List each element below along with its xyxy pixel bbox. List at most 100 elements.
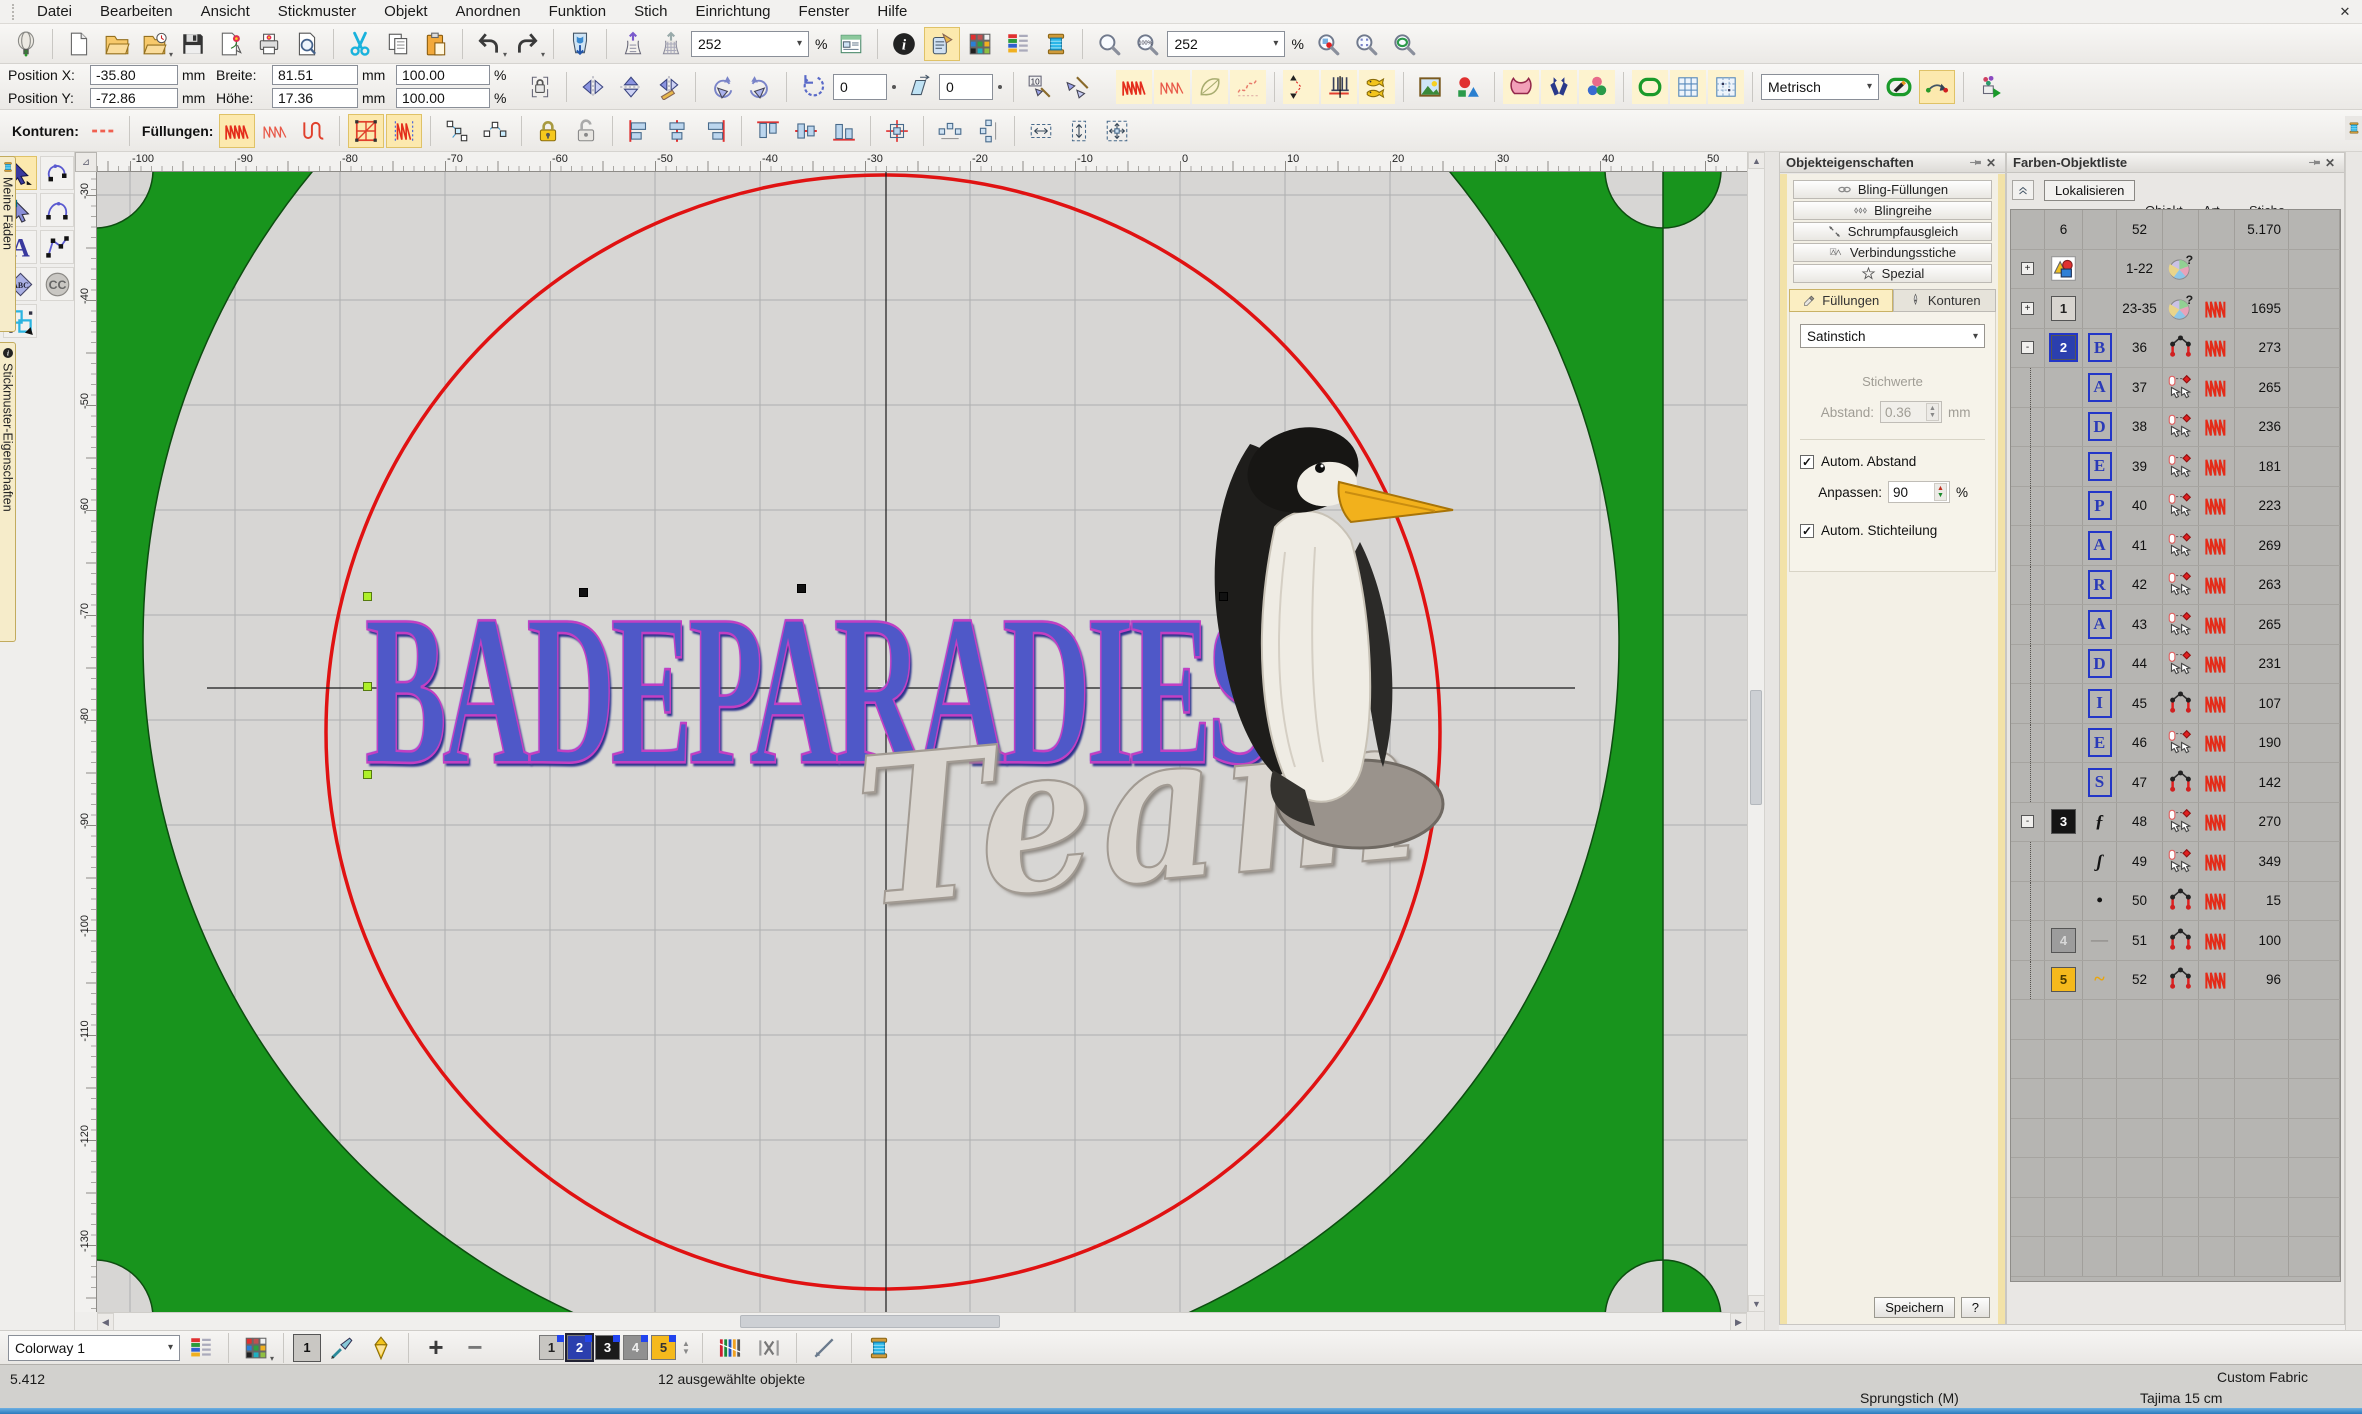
accordion-verbindungsstiche[interactable]: Verbindungsstiche xyxy=(1793,243,1992,262)
fill-stipple-icon[interactable] xyxy=(386,114,422,148)
zoom-value-select[interactable]: 252▾ xyxy=(691,31,809,57)
tab-füllungen[interactable]: Füllungen xyxy=(1789,289,1893,312)
vertical-scroll-thumb[interactable] xyxy=(1750,690,1762,805)
color-swatch-4[interactable]: 4 xyxy=(623,1335,648,1360)
object-glyph[interactable]: D xyxy=(2088,412,2112,441)
manual-stitch-icon[interactable] xyxy=(1283,70,1319,104)
slow-draw-icon[interactable] xyxy=(806,1331,842,1365)
duplicate-wand-icon[interactable] xyxy=(1060,70,1096,104)
object-glyph[interactable]: E xyxy=(2088,728,2112,757)
object-glyph[interactable]: S xyxy=(2088,768,2112,797)
fill-satin-icon[interactable] xyxy=(219,114,255,148)
open-recent-icon[interactable]: ▾ xyxy=(137,27,173,61)
color-swatch-1[interactable]: 1 xyxy=(539,1335,564,1360)
zoom-selected-icon[interactable] xyxy=(1310,27,1346,61)
distribute-horizontal-icon[interactable] xyxy=(932,114,968,148)
redo-icon[interactable]: ▾ xyxy=(509,27,545,61)
skew-icon[interactable] xyxy=(901,70,937,104)
color-object-row[interactable]: I45107 xyxy=(2011,684,2340,724)
abstand-field[interactable]: 0.36 ▲▼ xyxy=(1880,401,1942,423)
open-curve-tool[interactable] xyxy=(40,193,74,227)
zoom-tool-icon[interactable] xyxy=(1091,27,1127,61)
color-object-row[interactable]: D44231 xyxy=(2011,645,2340,685)
add-color-icon[interactable]: + xyxy=(418,1331,454,1365)
menu-objekt[interactable]: Objekt xyxy=(370,1,441,22)
thread-spool-icon[interactable] xyxy=(861,1331,897,1365)
object-glyph[interactable]: D xyxy=(2088,649,2112,678)
mirror-merge-icon[interactable] xyxy=(651,70,687,104)
lock-object-icon[interactable] xyxy=(530,114,566,148)
object-glyph[interactable]: • xyxy=(2096,890,2102,911)
new-design-icon[interactable] xyxy=(61,27,97,61)
object-glyph[interactable]: A xyxy=(2088,373,2112,402)
panel-splitter[interactable] xyxy=(1764,152,1779,1330)
selection-handle[interactable] xyxy=(1219,592,1228,601)
tab-konturen[interactable]: Konturen xyxy=(1893,289,1997,312)
color-object-row[interactable]: -3ƒ48270 xyxy=(2011,803,2340,843)
digitize-tool[interactable] xyxy=(40,230,74,264)
undo-icon[interactable]: ▾ xyxy=(471,27,507,61)
accordion-blingreihe[interactable]: Blingreihe xyxy=(1793,201,1992,220)
contour-stitch-icon[interactable] xyxy=(1192,70,1228,104)
position-x-field[interactable]: -35.80 xyxy=(90,65,178,85)
scroll-down-icon[interactable]: ▼ xyxy=(1748,1295,1765,1312)
object-glyph[interactable]: — xyxy=(2091,930,2108,950)
outline-run-icon[interactable] xyxy=(85,114,121,148)
show-grid-icon[interactable] xyxy=(1670,70,1706,104)
object-glyph[interactable]: ~ xyxy=(2094,968,2104,991)
cut-connectors-icon[interactable] xyxy=(751,1331,787,1365)
object-glyph[interactable]: ƒ xyxy=(2095,811,2104,832)
lokalisieren-button[interactable]: Lokalisieren xyxy=(2044,180,2135,201)
remove-color-icon[interactable]: − xyxy=(457,1331,493,1365)
mirror-horizontal-icon[interactable] xyxy=(575,70,611,104)
reshape-object-icon[interactable] xyxy=(477,114,513,148)
print-icon[interactable] xyxy=(251,27,287,61)
insert-image-icon[interactable] xyxy=(1412,70,1448,104)
insert-shapes-icon[interactable] xyxy=(1450,70,1486,104)
accordion-schrumpfausgleich[interactable]: Schrumpfausgleich xyxy=(1793,222,1992,241)
fill-tatami-icon[interactable] xyxy=(257,114,293,148)
stitch-manager-icon[interactable] xyxy=(653,27,689,61)
ruler-origin-button[interactable]: ⊿ xyxy=(75,152,97,172)
closed-curve-tool[interactable] xyxy=(40,156,74,190)
color-swatch[interactable]: 1 xyxy=(2051,296,2076,321)
expand-icon[interactable]: + xyxy=(2021,302,2034,315)
reshape-curve-icon[interactable] xyxy=(1919,70,1955,104)
scale-y-field[interactable]: 100.00 xyxy=(396,88,490,108)
pin-icon[interactable] xyxy=(2306,155,2322,171)
thread-chart-icon[interactable] xyxy=(712,1331,748,1365)
menu-fenster[interactable]: Fenster xyxy=(785,1,864,22)
color-object-row[interactable]: 4—51100 xyxy=(2011,921,2340,961)
satin-stitch-icon[interactable] xyxy=(1116,70,1152,104)
color-object-row[interactable]: E46190 xyxy=(2011,724,2340,764)
align-right-icon[interactable] xyxy=(697,114,733,148)
speichern-button[interactable]: Speichern xyxy=(1874,1297,1955,1318)
snap-grid-icon[interactable] xyxy=(1708,70,1744,104)
colorway-select[interactable]: Colorway 1▾ xyxy=(8,1335,180,1361)
app-logo-icon[interactable] xyxy=(8,27,44,61)
color-object-row[interactable]: •5015 xyxy=(2011,882,2340,922)
menu-einrichtung[interactable]: Einrichtung xyxy=(681,1,784,22)
expand-icon[interactable]: - xyxy=(2021,341,2034,354)
design-info-icon[interactable]: i xyxy=(886,27,922,61)
pin-icon[interactable] xyxy=(1967,155,1983,171)
repeat-array-icon[interactable]: 10 xyxy=(1022,70,1058,104)
help-button[interactable]: ? xyxy=(1961,1297,1990,1318)
fill-cross-icon[interactable] xyxy=(348,114,384,148)
unlock-object-icon[interactable] xyxy=(568,114,604,148)
menu-anordnen[interactable]: Anordnen xyxy=(442,1,535,22)
object-glyph[interactable]: ʃ xyxy=(2097,851,2103,872)
selection-handle[interactable] xyxy=(363,682,372,691)
color-swatch-5[interactable]: 5 xyxy=(651,1335,676,1360)
menu-hilfe[interactable]: Hilfe xyxy=(863,1,921,22)
palette-editor-icon[interactable]: ▾ xyxy=(238,1331,274,1365)
swatch-scroll-icons[interactable]: ▲▼ xyxy=(679,1340,693,1356)
stitch-player-icon[interactable] xyxy=(1972,70,2008,104)
units-select[interactable]: Metrisch▾ xyxy=(1761,74,1879,100)
color-picker-icon[interactable] xyxy=(324,1331,360,1365)
menu-bearbeiten[interactable]: Bearbeiten xyxy=(86,1,187,22)
auto-abstand-checkbox[interactable]: ✓ xyxy=(1800,455,1814,469)
couching-tool[interactable]: CC xyxy=(40,267,74,301)
color-object-row[interactable]: -2B36273 xyxy=(2011,329,2340,369)
color-object-row[interactable]: +123-35?1695 xyxy=(2011,289,2340,329)
